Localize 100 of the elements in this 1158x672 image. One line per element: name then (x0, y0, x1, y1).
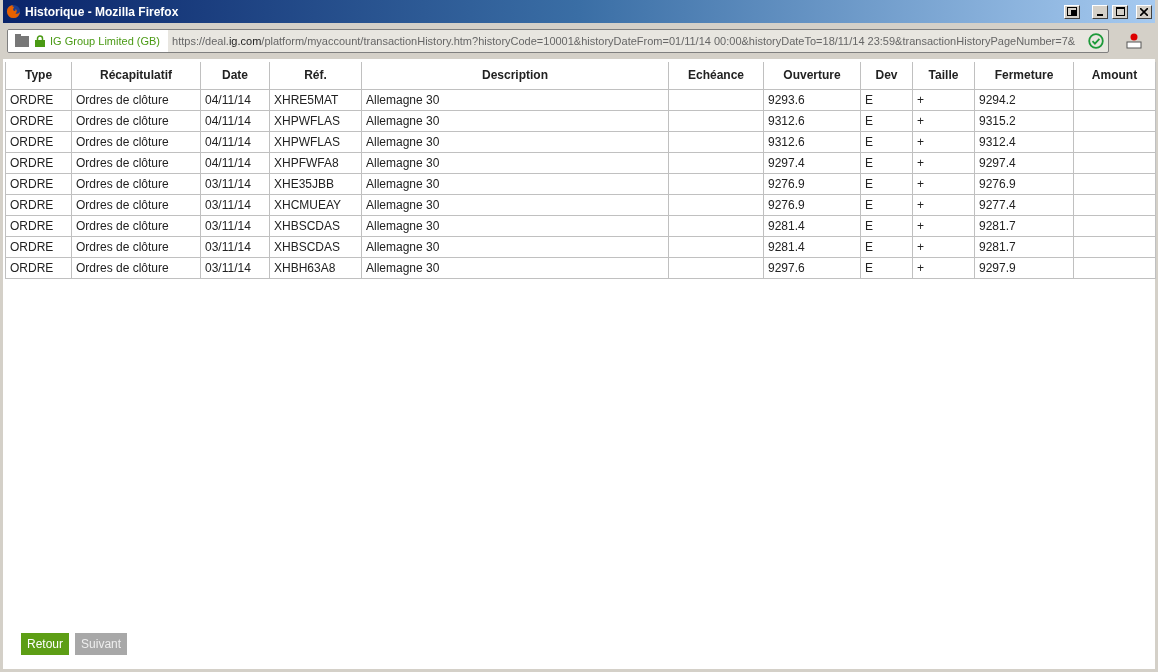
maximize-button[interactable] (1112, 4, 1128, 19)
table-cell: Ordres de clôture (71, 215, 201, 236)
table-cell: + (912, 131, 975, 152)
table-cell: Allemagne 30 (361, 173, 669, 194)
table-cell: 9277.4 (974, 194, 1074, 215)
table-cell: 9315.2 (974, 110, 1074, 131)
table-cell: E (860, 257, 913, 278)
table-cell: ORDRE (5, 194, 72, 215)
table-cell: 03/11/14 (200, 257, 270, 278)
table-cell: + (912, 89, 975, 110)
table-cell: ORDRE (5, 236, 72, 257)
table-cell: ORDRE (5, 89, 72, 110)
table-cell: 03/11/14 (200, 194, 270, 215)
table-cell: 03/11/14 (200, 173, 270, 194)
table-cell: XHPFWFA8 (269, 152, 362, 173)
table-cell: E (860, 89, 913, 110)
table-cell: 9276.9 (763, 173, 861, 194)
table-cell: XHPWFLAS (269, 131, 362, 152)
page-icon[interactable] (14, 34, 30, 48)
table-cell: + (912, 110, 975, 131)
table-cell: 9294.2 (974, 89, 1074, 110)
table-cell: Ordres de clôture (71, 89, 201, 110)
close-button[interactable] (1136, 4, 1152, 19)
table-cell: + (912, 236, 975, 257)
table-cell: 03/11/14 (200, 236, 270, 257)
back-button[interactable]: Retour (21, 633, 70, 655)
table-cell: + (912, 194, 975, 215)
table-cell: 9297.9 (974, 257, 1074, 278)
table-cell: XHE35JBB (269, 173, 362, 194)
table-cell: XHBSCDAS (269, 215, 362, 236)
table-cell: XHBSCDAS (269, 236, 362, 257)
table-cell: XHPWFLAS (269, 110, 362, 131)
table-cell: Ordres de clôture (71, 110, 201, 131)
table-cell: + (912, 173, 975, 194)
table-cell: 9297.6 (763, 257, 861, 278)
table-cell: 9312.6 (763, 131, 861, 152)
table-cell: 9281.7 (974, 215, 1074, 236)
restore-window-button[interactable] (1064, 4, 1080, 19)
table-cell: ORDRE (5, 110, 72, 131)
column-header: Ouverture (763, 62, 861, 89)
table-cell: 9281.4 (763, 215, 861, 236)
table-cell: XHRE5MAT (269, 89, 362, 110)
minimize-icon (1097, 13, 1103, 16)
table-cell: Allemagne 30 (361, 131, 669, 152)
table-cell: Ordres de clôture (71, 257, 201, 278)
table-cell: Allemagne 30 (361, 152, 669, 173)
table-cell: E (860, 131, 913, 152)
table-cell: 04/11/14 (200, 110, 270, 131)
maximize-icon (1115, 7, 1125, 16)
table-cell: ORDRE (5, 131, 72, 152)
table-cell: ORDRE (5, 152, 72, 173)
padlock-icon (35, 35, 45, 47)
table-cell: 04/11/14 (200, 131, 270, 152)
table-cell: Ordres de clôture (71, 194, 201, 215)
table-cell: 9312.6 (763, 110, 861, 131)
table-cell: 04/11/14 (200, 89, 270, 110)
table-cell: Allemagne 30 (361, 257, 669, 278)
table-cell: ORDRE (5, 173, 72, 194)
notification-icon[interactable] (1125, 32, 1143, 50)
firefox-logo-icon (6, 4, 21, 19)
table-cell: 9281.7 (974, 236, 1074, 257)
table-cell: E (860, 110, 913, 131)
column-header: Amount (1073, 62, 1156, 89)
table-cell: + (912, 215, 975, 236)
minimize-button[interactable] (1092, 4, 1108, 19)
table-cell: 9297.4 (974, 152, 1074, 173)
table-cell: ORDRE (5, 257, 72, 278)
column-header: Type (5, 62, 72, 89)
table-cell: E (860, 215, 913, 236)
table-cell: XHCMUEAY (269, 194, 362, 215)
table-cell: Allemagne 30 (361, 194, 669, 215)
table-cell: Ordres de clôture (71, 152, 201, 173)
table-cell: + (912, 152, 975, 173)
table-cell: 9276.9 (763, 194, 861, 215)
table-cell: Ordres de clôture (71, 173, 201, 194)
column-header: Dev (860, 62, 913, 89)
table-cell: 9297.4 (763, 152, 861, 173)
table-cell: 9312.4 (974, 131, 1074, 152)
table-cell: Allemagne 30 (361, 110, 669, 131)
table-cell: Ordres de clôture (71, 131, 201, 152)
column-header: Taille (912, 62, 975, 89)
table-cell: 9293.6 (763, 89, 861, 110)
table-cell: + (912, 257, 975, 278)
window-title: Historique - Mozilla Firefox (25, 3, 179, 21)
column-header: Date (200, 62, 270, 89)
column-header: Réf. (269, 62, 362, 89)
table-cell: 04/11/14 (200, 152, 270, 173)
table-cell: E (860, 236, 913, 257)
table-cell: Allemagne 30 (361, 89, 669, 110)
table-cell: XHBH63A8 (269, 257, 362, 278)
table-cell: 9281.4 (763, 236, 861, 257)
table-cell: E (860, 194, 913, 215)
column-header: Fermeture (974, 62, 1074, 89)
column-header: Description (361, 62, 669, 89)
table-cell: 03/11/14 (200, 215, 270, 236)
restore-icon (1067, 7, 1077, 16)
close-icon (1140, 7, 1148, 16)
table-cell: 9276.9 (974, 173, 1074, 194)
url-field[interactable]: https://deal.ig.com/platform/myaccount/transactionHistory.htm?historyCode=10001&historyDateFrom=01/11/14 00:00&historyDateTo=18/11/14 23:59&transactionHistoryPageNumber=7& (168, 32, 1088, 50)
table-cell: Allemagne 30 (361, 236, 669, 257)
